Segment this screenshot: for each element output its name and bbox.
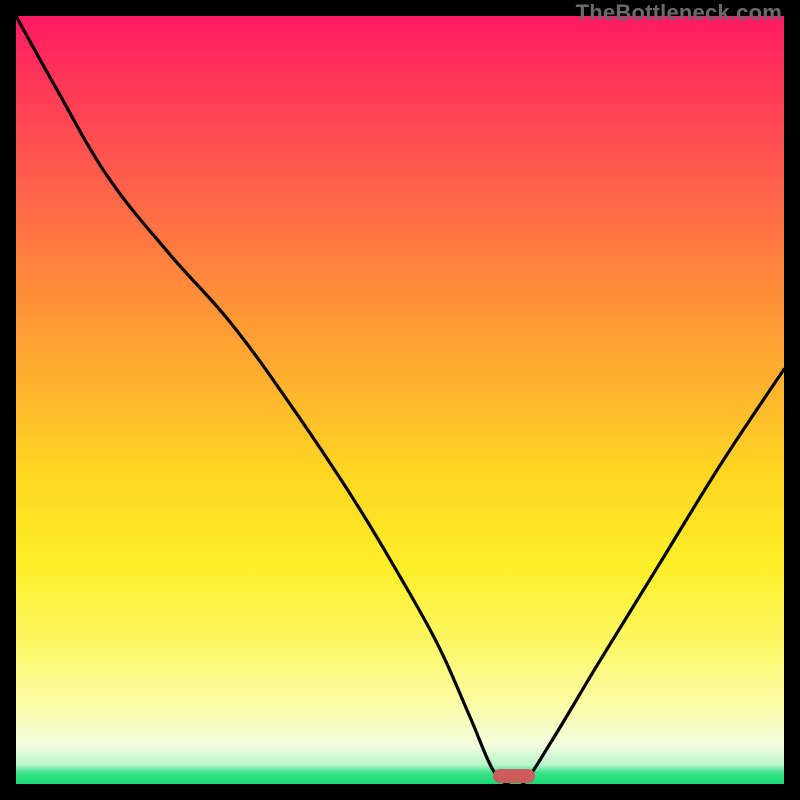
- optimum-marker: [493, 769, 535, 783]
- bottleneck-curve: [16, 16, 784, 784]
- plot-area: [16, 16, 784, 784]
- watermark-text: TheBottleneck.com: [576, 0, 782, 26]
- chart-frame: TheBottleneck.com: [0, 0, 800, 800]
